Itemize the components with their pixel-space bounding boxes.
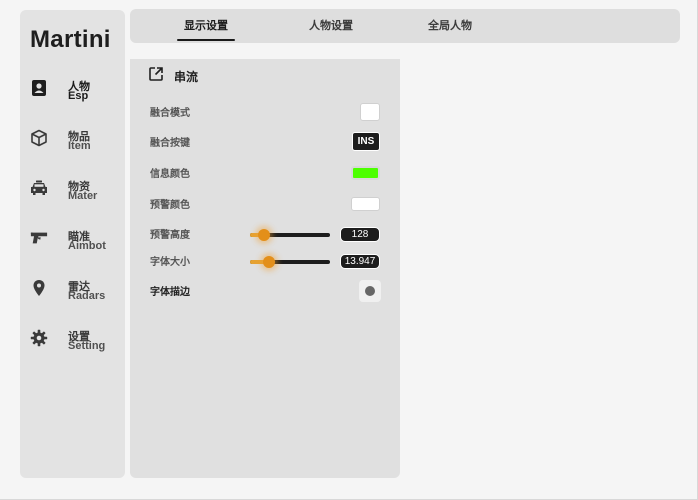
- toggle-indicator: [365, 286, 375, 296]
- tab-display-settings[interactable]: 显示设置: [177, 13, 235, 41]
- warn-color-swatch[interactable]: [351, 197, 380, 211]
- tab-global-characters[interactable]: 全局人物: [421, 13, 479, 39]
- sidebar-item-aimbot[interactable]: 瞄准 Aimbot: [20, 226, 125, 266]
- sidebar: Martini 人物 Esp 物品 Item 物资 Mater 瞄准 Aimbo…: [20, 10, 125, 478]
- row-info-color: 信息颜色: [130, 162, 400, 182]
- location-pin-icon: [29, 278, 49, 298]
- external-link-icon[interactable]: [148, 66, 164, 87]
- sidebar-item-setting[interactable]: 设置 Setting: [20, 326, 125, 366]
- row-font-size: 字体大小 13.947: [130, 250, 400, 270]
- warn-height-slider[interactable]: [250, 229, 330, 241]
- person-card-icon: [29, 78, 49, 98]
- warn-height-value[interactable]: 128: [340, 227, 380, 242]
- row-label: 融合按键: [150, 138, 190, 149]
- settings-panel: 串流 融合模式 融合按键 INS 信息颜色 预警颜色 预警高度 128 字体大小…: [130, 59, 400, 478]
- sidebar-item-radars[interactable]: 雷达 Radars: [20, 276, 125, 316]
- sidebar-item-sublabel: Radars: [68, 290, 106, 302]
- panel-header: 串流: [148, 66, 199, 87]
- car-icon: [29, 178, 49, 198]
- row-label: 字体大小: [150, 257, 190, 268]
- row-blend-mode: 融合模式: [130, 101, 400, 121]
- row-warn-height: 预警高度 128: [130, 223, 400, 243]
- tab-label: 显示设置: [184, 20, 228, 32]
- sidebar-item-sublabel: Setting: [68, 340, 106, 352]
- slider-thumb[interactable]: [258, 229, 271, 241]
- font-size-slider[interactable]: [250, 256, 330, 268]
- blend-mode-color-swatch[interactable]: [360, 103, 380, 121]
- row-label: 融合模式: [150, 108, 190, 119]
- sidebar-item-mater[interactable]: 物资 Mater: [20, 176, 125, 216]
- row-label: 信息颜色: [150, 169, 190, 180]
- sidebar-item-sublabel: Aimbot: [68, 240, 106, 252]
- sidebar-item-sublabel: Item: [68, 140, 91, 152]
- slider-thumb[interactable]: [263, 256, 276, 268]
- tab-character-settings[interactable]: 人物设置: [302, 13, 360, 39]
- font-stroke-toggle[interactable]: [359, 280, 381, 302]
- tab-label: 人物设置: [309, 20, 353, 32]
- cube-icon: [29, 128, 49, 148]
- panel-title: 串流: [174, 69, 199, 84]
- sidebar-item-item[interactable]: 物品 Item: [20, 126, 125, 166]
- tab-active-indicator: [177, 39, 235, 41]
- font-size-value[interactable]: 13.947: [340, 254, 380, 269]
- tab-bar: 显示设置 人物设置 全局人物: [130, 9, 680, 43]
- sidebar-item-sublabel: Mater: [68, 190, 98, 202]
- sidebar-item-sublabel: Esp: [68, 90, 89, 102]
- gear-icon: [29, 328, 49, 348]
- row-label: 字体描边: [150, 287, 190, 298]
- pistol-icon: [29, 228, 49, 248]
- sidebar-item-esp[interactable]: 人物 Esp: [20, 76, 125, 116]
- blend-key-button[interactable]: INS: [352, 132, 380, 151]
- info-color-swatch[interactable]: [351, 166, 380, 180]
- brand-logo: Martini: [30, 26, 111, 53]
- row-label: 预警高度: [150, 230, 190, 241]
- row-label: 预警颜色: [150, 200, 190, 211]
- tab-label: 全局人物: [428, 20, 472, 32]
- row-blend-key: 融合按键 INS: [130, 131, 400, 151]
- app-window: Martini 人物 Esp 物品 Item 物资 Mater 瞄准 Aimbo…: [0, 0, 698, 500]
- row-font-stroke: 字体描边: [130, 280, 400, 302]
- row-warn-color: 预警颜色: [130, 193, 400, 213]
